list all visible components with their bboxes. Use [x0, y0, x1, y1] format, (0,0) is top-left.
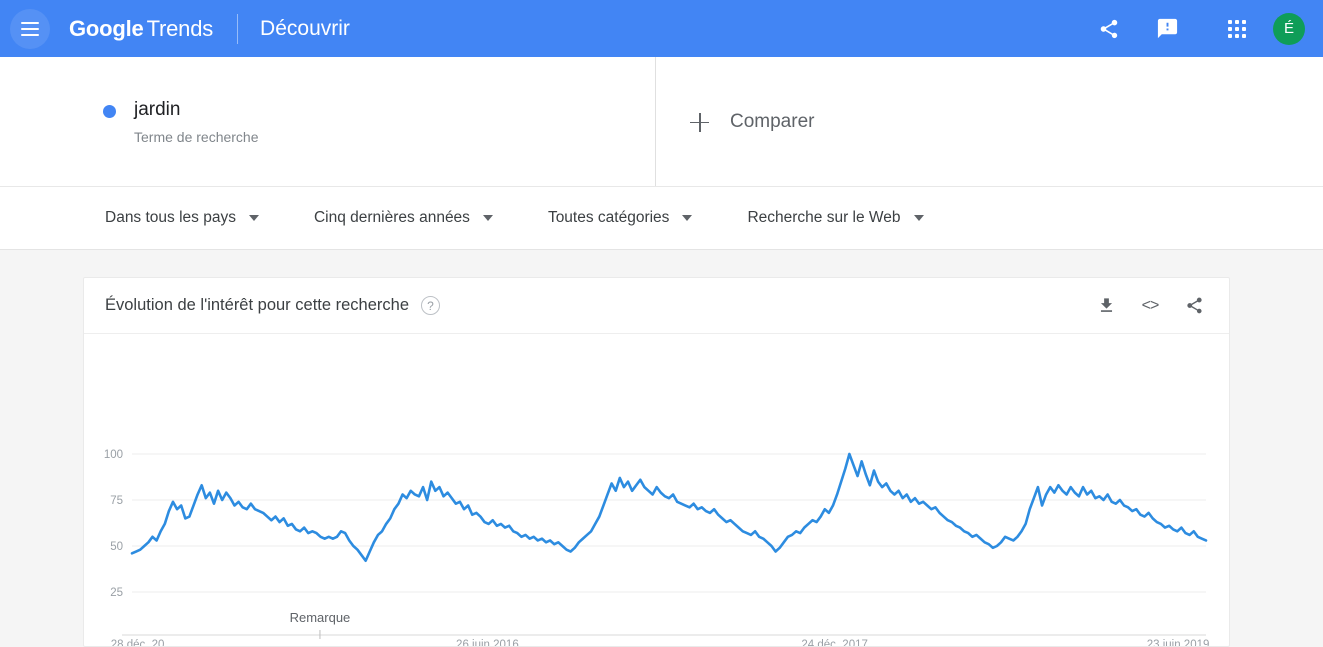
- brand-logo[interactable]: Google Trends: [69, 16, 213, 42]
- brand-google: Google: [69, 15, 144, 41]
- apps-grid-icon[interactable]: [1215, 7, 1259, 51]
- chart-title: Évolution de l'intérêt pour cette recher…: [105, 296, 409, 314]
- chart-y-tick-label: 75: [110, 495, 123, 507]
- chevron-down-icon: [913, 215, 924, 221]
- hamburger-menu-icon[interactable]: [10, 8, 50, 49]
- chevron-down-icon: [482, 215, 493, 221]
- trends-line-chart[interactable]: 100755025 28 déc. 20… 26 juin 2016 24 déc.…: [84, 334, 1229, 646]
- chart-y-tick-label: 50: [110, 541, 123, 553]
- avatar[interactable]: É: [1273, 12, 1305, 45]
- add-comparison-button[interactable]: Comparer: [690, 111, 814, 133]
- search-term-panel[interactable]: jardin Terme de recherche: [83, 57, 656, 186]
- brand-trends: Trends: [146, 15, 214, 41]
- filter-time-range[interactable]: Cinq dernières années: [314, 209, 493, 227]
- filter-location[interactable]: Dans tous les pays: [105, 209, 259, 227]
- filter-bar: Dans tous les pays Cinq dernières années…: [0, 187, 1323, 250]
- term-text-group: jardin Terme de recherche: [134, 98, 259, 146]
- feedback-icon[interactable]: [1145, 7, 1189, 51]
- plus-icon: [690, 112, 709, 132]
- share-icon[interactable]: [1087, 7, 1131, 51]
- chevron-down-icon: [248, 215, 259, 221]
- embed-code-icon[interactable]: <>: [1137, 293, 1163, 319]
- term-color-dot: [103, 105, 116, 118]
- search-term-row: jardin Terme de recherche Comparer: [0, 57, 1323, 187]
- chart-annotation-label: Remarque: [290, 610, 351, 625]
- filter-search-type[interactable]: Recherche sur le Web: [747, 209, 924, 227]
- chart-y-axis-labels: 100 75 50 25: [104, 449, 123, 599]
- chevron-down-icon: [682, 215, 693, 221]
- hamburger-bar: [21, 33, 39, 36]
- compare-panel: Comparer: [656, 57, 1323, 186]
- hamburger-bar: [21, 21, 39, 24]
- app-header: Google Trends Découvrir É: [0, 0, 1323, 57]
- filter-search-type-label: Recherche sur le Web: [747, 209, 901, 226]
- chart-gridlines: [132, 453, 1206, 593]
- hamburger-bar: [21, 27, 39, 30]
- chart-y-tick-label: 25: [110, 587, 123, 599]
- filter-category-label: Toutes catégories: [547, 209, 670, 226]
- chart-card-header: Évolution de l'intérêt pour cette recher…: [84, 278, 1229, 334]
- term-subtitle: Terme de recherche: [134, 129, 259, 145]
- chart-card-actions: <>: [1093, 293, 1207, 319]
- share-icon[interactable]: [1181, 293, 1207, 319]
- compare-label: Comparer: [730, 111, 815, 132]
- filter-category[interactable]: Toutes catégories: [548, 209, 693, 227]
- chart-plot-area[interactable]: 100 75 50 25 28 déc. 20… 26 juin 2016 24 déc.…: [84, 334, 1229, 646]
- chart-series-line: [130, 452, 1208, 563]
- filter-time-range-label: Cinq dernières années: [313, 209, 470, 226]
- apps-grid-dots: [1228, 19, 1246, 38]
- header-divider: [237, 13, 239, 44]
- help-question-icon[interactable]: ?: [421, 296, 440, 315]
- filter-location-label: Dans tous les pays: [105, 209, 236, 226]
- nav-discover[interactable]: Découvrir: [260, 17, 350, 41]
- interest-over-time-card: Évolution de l'intérêt pour cette recher…: [83, 277, 1230, 647]
- term-title: jardin: [134, 99, 181, 120]
- download-icon[interactable]: [1093, 293, 1119, 319]
- chart-y-tick-label: 100: [104, 449, 123, 461]
